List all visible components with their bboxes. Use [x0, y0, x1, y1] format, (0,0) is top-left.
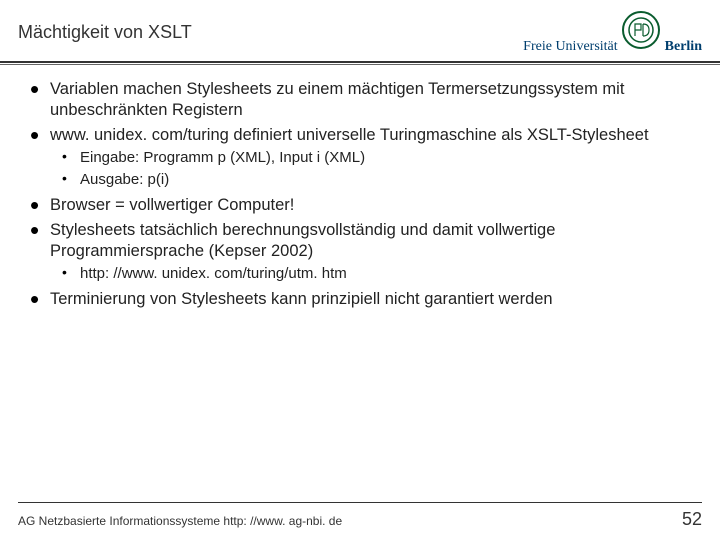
logo-text-bold: Berlin: [665, 39, 702, 54]
logo-text: Freie Universität Berlin: [523, 10, 702, 55]
slide-content: Variablen machen Stylesheets zu einem mä…: [0, 65, 720, 310]
page-number: 52: [682, 509, 702, 530]
footer-rule: [18, 502, 702, 503]
seal-icon: [621, 10, 661, 50]
logo-seal-inline: [621, 39, 665, 54]
header-rule-thick: [0, 61, 720, 63]
slide-title: Mächtigkeit von XSLT: [18, 22, 192, 43]
bullet-list: Variablen machen Stylesheets zu einem mä…: [30, 79, 690, 310]
sub-bullet-item: http: //www. unidex. com/turing/utm. htm: [80, 264, 690, 283]
footer-row: AG Netzbasierte Informationssysteme http…: [18, 509, 702, 530]
slide-footer: AG Netzbasierte Informationssysteme http…: [0, 502, 720, 530]
sub-bullet-item: Eingabe: Programm p (XML), Input i (XML): [80, 148, 690, 167]
sub-bullet-list: http: //www. unidex. com/turing/utm. htm: [50, 264, 690, 283]
bullet-item: Variablen machen Stylesheets zu einem mä…: [50, 79, 690, 121]
bullet-item: Browser = vollwertiger Computer!: [50, 195, 690, 216]
bullet-item: www. unidex. com/turing definiert univer…: [50, 125, 690, 188]
logo-text-light: Freie Universität: [523, 39, 617, 54]
bullet-item: Terminierung von Stylesheets kann prinzi…: [50, 289, 690, 310]
sub-bullet-item: Ausgabe: p(i): [80, 170, 690, 189]
bullet-item: Stylesheets tatsächlich berechnungsvolls…: [50, 220, 690, 283]
bullet-text: www. unidex. com/turing definiert univer…: [50, 126, 649, 144]
bullet-text: Stylesheets tatsächlich berechnungsvolls…: [50, 221, 555, 260]
university-logo: Freie Universität Berlin: [523, 10, 702, 55]
slide-header: Mächtigkeit von XSLT Freie Universität B…: [0, 0, 720, 61]
sub-bullet-list: Eingabe: Programm p (XML), Input i (XML)…: [50, 148, 690, 188]
footer-text: AG Netzbasierte Informationssysteme http…: [18, 514, 342, 528]
